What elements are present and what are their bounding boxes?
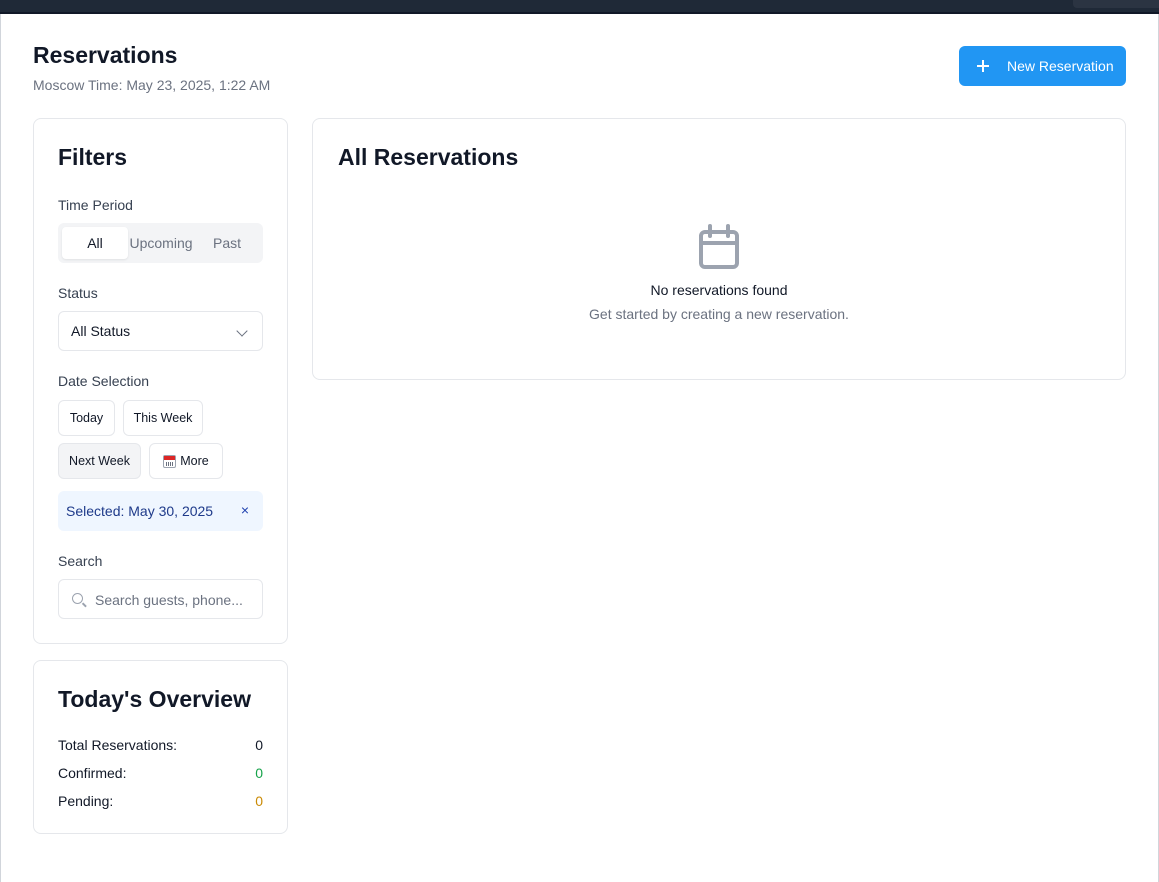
overview-value: 0	[255, 765, 263, 781]
time-period-toggle: All Upcoming Past	[58, 223, 263, 263]
clear-date-icon[interactable]: ×	[241, 502, 249, 518]
time-period-label: Time Period	[58, 197, 133, 213]
search-box	[58, 579, 263, 619]
all-reservations-title: All Reservations	[338, 144, 519, 170]
status-select[interactable]: All Status	[58, 311, 263, 351]
overview-label: Total Reservations:	[58, 737, 178, 753]
overview-value: 0	[255, 737, 263, 753]
chevron-down-icon	[236, 325, 248, 337]
page-title: Reservations	[33, 42, 178, 68]
tab-past[interactable]: Past	[194, 227, 260, 259]
overview-row-confirmed: Confirmed: 0	[58, 765, 263, 781]
calendar-icon	[699, 224, 739, 269]
calendar-icon	[163, 454, 177, 468]
next-week-button[interactable]: Next Week	[58, 443, 141, 479]
search-input[interactable]	[95, 590, 255, 610]
status-value: All Status	[71, 323, 131, 339]
moscow-time: Moscow Time: May 23, 2025, 1:22 AM	[33, 77, 271, 93]
all-reservations-panel: All Reservations No reservations found G…	[312, 118, 1126, 380]
filters-panel: Filters Time Period All Upcoming Past St…	[33, 118, 288, 644]
new-reservation-label: New Reservation	[1007, 58, 1114, 74]
overview-value: 0	[255, 793, 263, 809]
overview-row-total: Total Reservations: 0	[58, 737, 263, 753]
overview-label: Confirmed:	[58, 765, 127, 781]
new-reservation-button[interactable]: New Reservation	[959, 46, 1126, 86]
more-dates-button[interactable]: More	[149, 443, 223, 479]
overview-label: Pending:	[58, 793, 114, 809]
tab-upcoming[interactable]: Upcoming	[128, 227, 194, 259]
tab-all[interactable]: All	[62, 227, 128, 259]
today-button[interactable]: Today	[58, 400, 115, 436]
window-controls[interactable]	[1073, 0, 1159, 8]
frame-border-left	[0, 14, 1, 882]
empty-state-title: No reservations found	[650, 282, 788, 298]
more-label: More	[180, 454, 209, 468]
todays-overview-panel: Today's Overview Total Reservations: 0 C…	[33, 660, 288, 834]
empty-state-subtitle: Get started by creating a new reservatio…	[589, 306, 849, 322]
plus-icon	[975, 58, 991, 74]
search-icon	[72, 593, 83, 604]
search-label: Search	[58, 553, 103, 569]
selected-date-pill: Selected: May 30, 2025 ×	[58, 491, 263, 531]
overview-title: Today's Overview	[58, 686, 251, 712]
overview-row-pending: Pending: 0	[58, 793, 263, 809]
date-selection-label: Date Selection	[58, 373, 150, 389]
this-week-button[interactable]: This Week	[123, 400, 203, 436]
status-label: Status	[58, 285, 98, 301]
window-top-bar	[0, 0, 1159, 14]
filters-title: Filters	[58, 144, 128, 170]
selected-date-text: Selected: May 30, 2025	[66, 503, 214, 519]
